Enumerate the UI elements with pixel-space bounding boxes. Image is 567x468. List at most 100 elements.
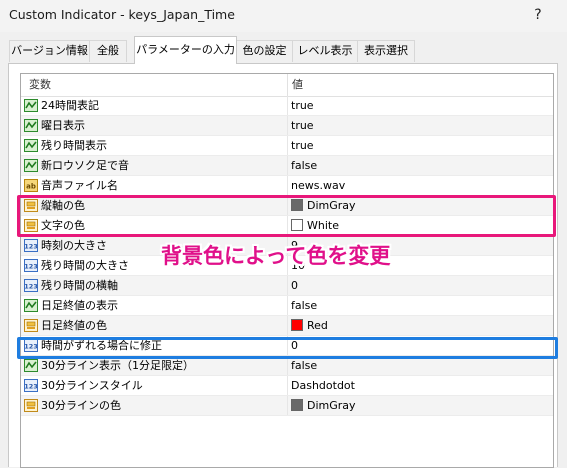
tab-general[interactable]: 全般 <box>89 40 127 62</box>
column-header-variable[interactable]: 変数 <box>29 74 51 96</box>
bool-icon <box>24 299 38 312</box>
parameter-name: 曜日表示 <box>41 119 85 132</box>
column-divider <box>287 296 288 315</box>
color-swatch <box>291 319 303 331</box>
bool-icon-graphic <box>24 99 38 112</box>
color-swatch <box>291 399 303 411</box>
tab-display-select[interactable]: 表示選択 <box>357 40 415 62</box>
column-divider <box>287 136 288 155</box>
parameter-value[interactable]: false <box>291 156 317 175</box>
int-icon-graphic: 123 <box>24 279 38 292</box>
column-divider <box>287 376 288 395</box>
parameter-value[interactable]: true <box>291 116 314 135</box>
svg-text:123: 123 <box>24 383 38 391</box>
parameter-name: 新ロウソク足で音 <box>41 159 129 172</box>
parameter-name: 24時間表記 <box>41 99 99 112</box>
parameter-name: 残り時間表示 <box>41 139 107 152</box>
parameter-value-text: true <box>291 139 314 152</box>
parameter-row[interactable]: 123 30分ラインスタイル Dashdotdot <box>21 376 553 396</box>
column-divider <box>287 316 288 335</box>
parameter-row[interactable]: 新ロウソク足で音 false <box>21 156 553 176</box>
parameter-name: 時刻の大きさ <box>41 239 107 252</box>
string-icon: ab <box>24 179 38 192</box>
parameter-value-text: false <box>291 299 318 312</box>
bool-icon-graphic <box>24 119 38 132</box>
parameter-value-text: false <box>291 359 318 372</box>
parameter-grid[interactable]: 変数 値 24時間表記 true 曜日表示 true 残り時間表示 true 新ロウソク足で… <box>20 73 554 468</box>
column-header-value[interactable]: 値 <box>292 74 303 96</box>
tab-bar: バージョン情報 全般 パラメーターの入力 色の設定 レベル表示 表示選択 <box>0 32 567 64</box>
column-divider <box>287 396 288 415</box>
bool-icon <box>24 119 38 132</box>
title-bar: Custom Indicator - keys_Japan_Time ? <box>0 0 567 32</box>
parameter-value-text: true <box>291 119 314 132</box>
help-button[interactable]: ? <box>526 4 550 26</box>
parameter-name: 音声ファイル名 <box>41 179 118 192</box>
column-divider <box>287 96 288 115</box>
int-icon-graphic: 123 <box>24 379 38 392</box>
parameter-value[interactable]: Red <box>291 316 328 335</box>
bool-icon-graphic <box>24 359 38 372</box>
parameter-row[interactable]: 残り時間表示 true <box>21 136 553 156</box>
parameter-value[interactable]: true <box>291 96 314 115</box>
parameter-row[interactable]: 曜日表示 true <box>21 116 553 136</box>
parameter-row[interactable]: 123 残り時間の横軸 0 <box>21 276 553 296</box>
int-icon: 123 <box>24 239 38 252</box>
bool-icon-graphic <box>24 139 38 152</box>
string-icon-graphic: ab <box>24 179 38 192</box>
parameter-row[interactable]: ab 音声ファイル名 news.wav <box>21 176 553 196</box>
parameter-name: 残り時間の大きさ <box>41 259 129 272</box>
parameter-name: 日足終値の表示 <box>41 299 118 312</box>
parameter-name: 残り時間の横軸 <box>41 279 118 292</box>
parameter-value[interactable]: DimGray <box>291 396 356 415</box>
parameter-row[interactable]: 日足終値の表示 false <box>21 296 553 316</box>
window-title: Custom Indicator - keys_Japan_Time <box>9 7 235 22</box>
parameter-name: 30分ラインスタイル <box>41 379 143 392</box>
parameter-value-text: Red <box>307 319 328 332</box>
parameter-value-text: true <box>291 99 314 112</box>
highlight-box-offset-row <box>17 337 558 359</box>
parameter-name: 日足終値の色 <box>41 319 107 332</box>
parameter-row[interactable]: 30分ラインの色 DimGray <box>21 396 553 416</box>
tab-level-display[interactable]: レベル表示 <box>292 40 358 62</box>
parameter-value[interactable]: false <box>291 296 317 315</box>
color-icon-graphic <box>24 319 38 332</box>
parameter-value-text: false <box>291 159 318 172</box>
annotation-text: 背景色によって色を変更 <box>161 244 391 268</box>
bool-icon <box>24 159 38 172</box>
svg-text:123: 123 <box>24 243 38 251</box>
tab-version-info[interactable]: バージョン情報 <box>9 40 90 62</box>
int-icon: 123 <box>24 379 38 392</box>
column-divider <box>287 116 288 135</box>
parameter-value-text: news.wav <box>291 179 346 192</box>
parameter-value-text: 0 <box>291 279 298 292</box>
int-icon-graphic: 123 <box>24 239 38 252</box>
bool-icon <box>24 99 38 112</box>
parameter-value[interactable]: news.wav <box>291 176 345 195</box>
svg-text:123: 123 <box>24 283 38 291</box>
int-icon-graphic: 123 <box>24 259 38 272</box>
column-divider <box>287 276 288 295</box>
svg-text:ab: ab <box>26 183 36 191</box>
bool-icon <box>24 359 38 372</box>
parameter-value[interactable]: true <box>291 136 314 155</box>
parameter-value[interactable]: Dashdotdot <box>291 376 355 395</box>
bool-icon-graphic <box>24 159 38 172</box>
tab-color-settings[interactable]: 色の設定 <box>236 40 293 62</box>
int-icon: 123 <box>24 279 38 292</box>
parameter-row[interactable]: 24時間表記 true <box>21 96 553 116</box>
highlight-box-color-rows <box>17 195 556 237</box>
column-divider[interactable] <box>287 74 288 96</box>
bool-icon-graphic <box>24 299 38 312</box>
color-icon <box>24 399 38 412</box>
color-icon <box>24 319 38 332</box>
parameter-value-text: DimGray <box>307 399 356 412</box>
parameter-row[interactable]: 30分ライン表示（1分足限定） false <box>21 356 553 376</box>
tab-parameters[interactable]: パラメーターの入力 <box>134 36 237 64</box>
column-divider <box>287 156 288 175</box>
column-divider <box>287 176 288 195</box>
parameter-value[interactable]: 0 <box>291 276 298 295</box>
int-icon: 123 <box>24 259 38 272</box>
parameter-name: 30分ラインの色 <box>41 399 121 412</box>
parameter-row[interactable]: 日足終値の色 Red <box>21 316 553 336</box>
